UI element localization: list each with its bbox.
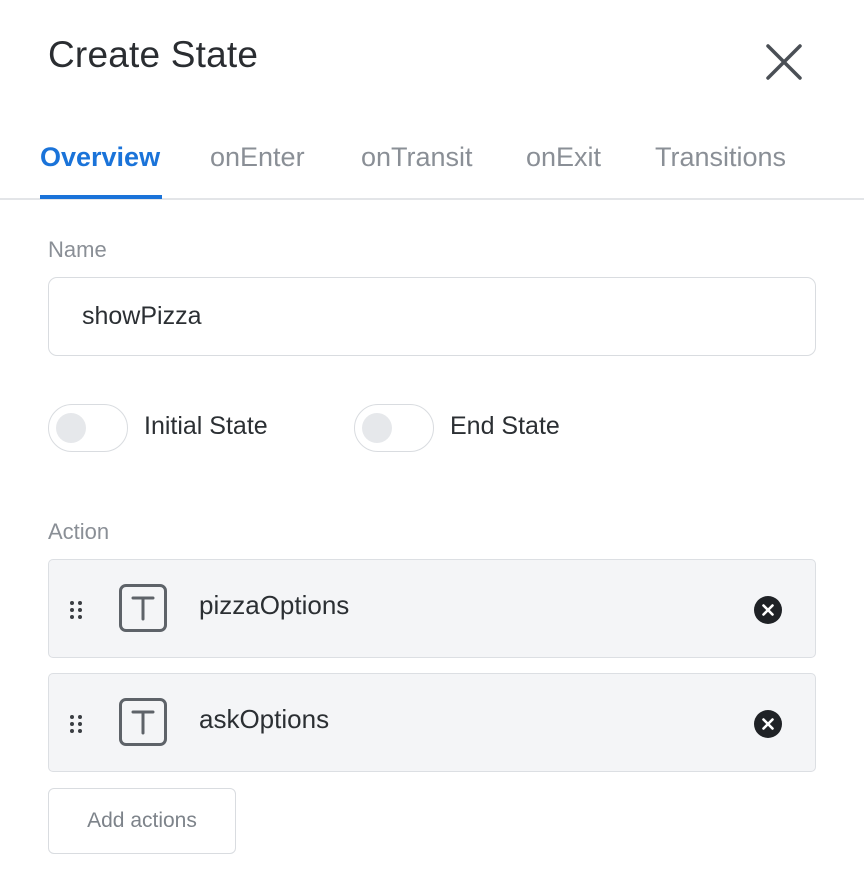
action-item-label: pizzaOptions	[199, 590, 350, 620]
initial-state-label: Initial State	[144, 412, 268, 440]
action-item-pizzaoptions[interactable]: pizzaOptions	[48, 559, 816, 658]
text-type-icon	[119, 584, 167, 632]
tab-onenter[interactable]: onEnter	[210, 142, 305, 173]
remove-action-button[interactable]	[753, 709, 783, 739]
remove-circle-icon	[754, 596, 782, 624]
end-state-label: End State	[450, 412, 560, 440]
tab-transitions[interactable]: Transitions	[655, 142, 786, 173]
close-button[interactable]	[762, 40, 806, 84]
initial-state-toggle[interactable]	[48, 404, 128, 452]
tab-overview[interactable]: Overview	[40, 142, 160, 173]
remove-circle-icon	[754, 710, 782, 738]
name-input[interactable]: showPizza	[48, 277, 816, 356]
close-icon	[766, 44, 802, 80]
active-tab-indicator	[40, 195, 162, 199]
drag-handle-icon[interactable]	[69, 714, 83, 739]
text-type-icon	[119, 698, 167, 746]
tab-ontransit[interactable]: onTransit	[361, 142, 473, 173]
tab-bar: Overview onEnter onTransit onExit Transi…	[0, 128, 864, 200]
add-actions-button[interactable]: Add actions	[48, 788, 236, 854]
action-label: Action	[48, 519, 110, 544]
name-label: Name	[48, 237, 107, 262]
action-item-askoptions[interactable]: askOptions	[48, 673, 816, 772]
end-state-toggle[interactable]	[354, 404, 434, 452]
name-input-value: showPizza	[82, 302, 202, 330]
toggle-knob	[56, 413, 86, 443]
tab-onexit[interactable]: onExit	[526, 142, 601, 173]
drag-handle-icon[interactable]	[69, 600, 83, 625]
toggle-knob	[362, 413, 392, 443]
dialog-title: Create State	[48, 34, 259, 75]
remove-action-button[interactable]	[753, 595, 783, 625]
action-item-label: askOptions	[199, 704, 330, 734]
